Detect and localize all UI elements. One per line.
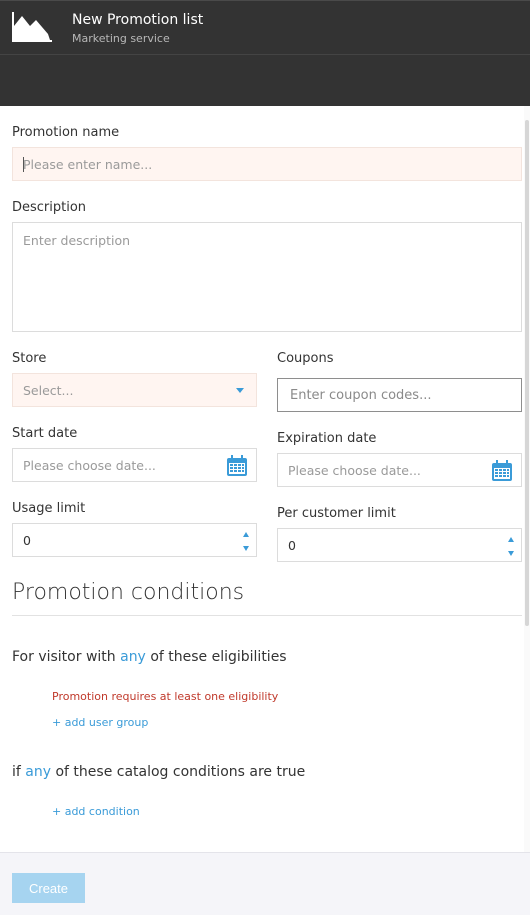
calendar-icon[interactable] — [226, 455, 248, 477]
catalog-sentence-prefix: if — [12, 764, 21, 780]
blade-subtitle: Marketing service — [72, 32, 170, 45]
per-customer-limit-input[interactable]: 0 — [277, 528, 522, 562]
arrow-up-icon — [243, 531, 249, 537]
promotion-name-input[interactable]: Please enter name... — [12, 147, 522, 181]
create-button[interactable]: Create — [12, 873, 85, 903]
vertical-scrollbar[interactable] — [524, 106, 530, 852]
arrow-up-icon — [508, 536, 514, 542]
expiration-date-input[interactable]: Please choose date... — [277, 453, 522, 487]
add-condition-link[interactable]: + add condition — [52, 805, 140, 818]
visitor-sentence-suffix: of these eligibilities — [150, 649, 287, 665]
store-label: Store — [12, 351, 47, 366]
store-select[interactable]: Select... — [12, 373, 257, 407]
usage-limit-label: Usage limit — [12, 501, 86, 516]
description-label: Description — [12, 200, 87, 215]
visitor-any-toggle[interactable]: any — [120, 649, 146, 665]
header-separator — [0, 54, 530, 55]
text-caret — [23, 157, 24, 172]
per-customer-limit-spinner — [506, 531, 516, 559]
catalog-sentence-suffix: of these catalog conditions are true — [55, 764, 306, 780]
section-divider — [12, 615, 522, 616]
catalog-any-toggle[interactable]: any — [25, 764, 51, 780]
arrow-down-icon — [243, 545, 249, 551]
increment-button[interactable] — [506, 533, 516, 545]
description-placeholder: Enter description — [23, 233, 131, 248]
add-user-group-link[interactable]: + add user group — [52, 716, 148, 729]
start-date-placeholder: Please choose date... — [23, 457, 156, 473]
promotion-conditions-heading: Promotion conditions — [12, 580, 245, 605]
per-customer-limit-value: 0 — [288, 537, 296, 553]
usage-limit-spinner — [241, 526, 251, 554]
store-select-placeholder: Select... — [23, 382, 74, 398]
coupons-label: Coupons — [277, 351, 334, 366]
scrollbar-thumb[interactable] — [525, 120, 529, 626]
blade-header: New Promotion list Marketing service — [0, 0, 530, 106]
expiration-date-placeholder: Please choose date... — [288, 462, 421, 478]
arrow-down-icon — [508, 550, 514, 556]
increment-button[interactable] — [241, 528, 251, 540]
coupons-input[interactable]: Enter coupon codes... — [277, 378, 522, 412]
decrement-button[interactable] — [506, 547, 516, 559]
area-chart-icon — [12, 12, 52, 42]
visitor-eligibility-sentence: For visitor with any of these eligibilit… — [12, 649, 287, 665]
blade-footer: Create — [0, 852, 530, 915]
catalog-conditions-sentence: if any of these catalog conditions are t… — [12, 764, 305, 780]
eligibility-error-message: Promotion requires at least one eligibil… — [52, 690, 279, 703]
promotion-name-placeholder: Please enter name... — [23, 156, 153, 172]
expiration-date-label: Expiration date — [277, 431, 377, 446]
decrement-button[interactable] — [241, 542, 251, 554]
chevron-down-icon[interactable] — [236, 388, 244, 393]
blade-title: New Promotion list — [72, 12, 204, 28]
description-textarea[interactable]: Enter description — [12, 222, 522, 332]
coupons-placeholder: Enter coupon codes... — [290, 387, 432, 403]
start-date-label: Start date — [12, 426, 78, 441]
per-customer-limit-label: Per customer limit — [277, 506, 396, 521]
promotion-name-label: Promotion name — [12, 125, 120, 140]
start-date-input[interactable]: Please choose date... — [12, 448, 257, 482]
visitor-sentence-prefix: For visitor with — [12, 649, 116, 665]
usage-limit-input[interactable]: 0 — [12, 523, 257, 557]
usage-limit-value: 0 — [23, 532, 31, 548]
calendar-icon[interactable] — [491, 460, 513, 482]
header-top-line — [0, 0, 530, 1]
